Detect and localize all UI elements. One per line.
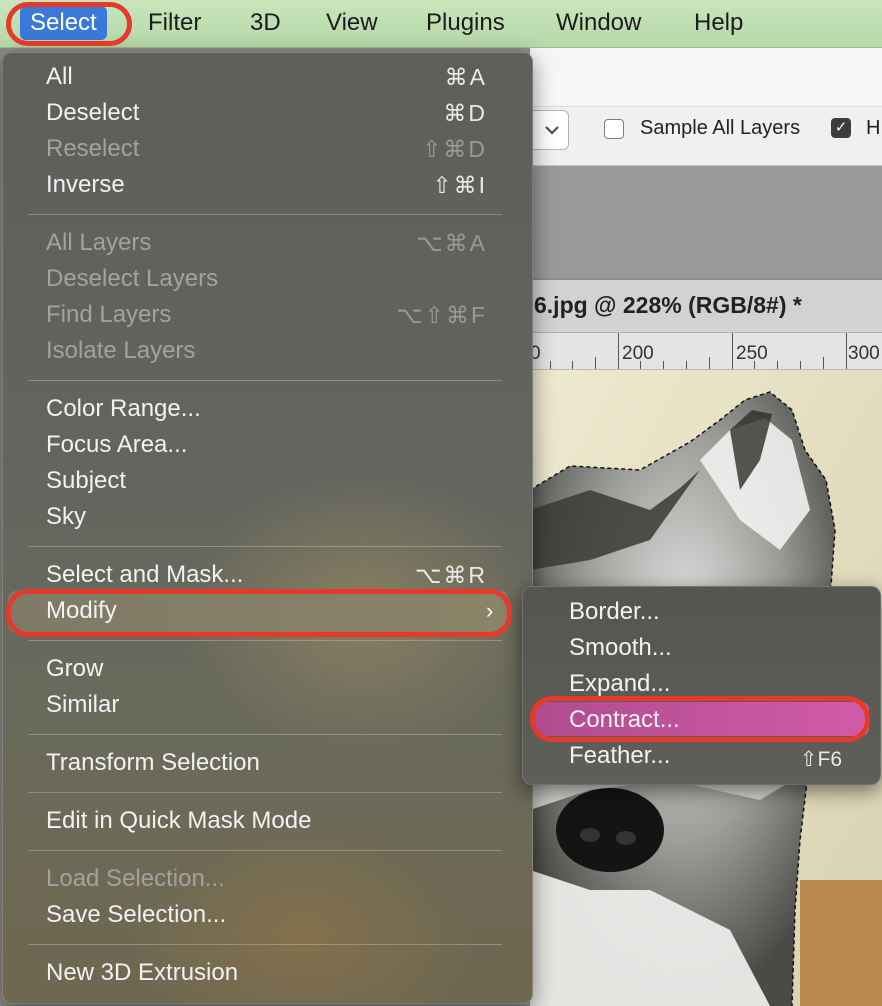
shortcut-all: ⌘A — [444, 64, 487, 90]
menu-item-deselect-layers: Deselect Layers — [46, 265, 219, 292]
annotation-ring-modify — [6, 589, 512, 637]
app-menubar: Select Filter 3D View Plugins Window Hel… — [0, 0, 882, 48]
menu-3d[interactable]: 3D — [240, 6, 291, 40]
sample-all-layers-label: Sample All Layers — [640, 117, 801, 139]
menu-item-save-selection[interactable]: Save Selection... — [46, 898, 226, 932]
shortcut-inverse: ⇧⌘I — [432, 172, 487, 198]
shortcut-deselect: ⌘D — [443, 100, 487, 126]
menu-separator — [28, 734, 502, 735]
menu-separator — [28, 944, 502, 945]
document-title: 6.jpg @ 228% (RGB/8#) * — [534, 292, 802, 318]
menu-item-focus-area[interactable]: Focus Area... — [46, 428, 187, 462]
shortcut-feather: ⇧F6 — [799, 748, 842, 771]
annotation-ring-contract — [530, 696, 870, 742]
annotation-ring-select — [6, 2, 132, 46]
menu-window[interactable]: Window — [546, 6, 651, 40]
shortcut-select-and-mask: ⌥⌘R — [414, 562, 487, 588]
menu-item-quick-mask[interactable]: Edit in Quick Mask Mode — [46, 804, 311, 838]
menu-item-grow[interactable]: Grow — [46, 652, 103, 686]
submenu-item-border[interactable]: Border... — [569, 595, 660, 629]
workspace-background — [530, 166, 882, 278]
chevron-down-icon — [545, 126, 559, 135]
sample-all-layers-checkbox[interactable] — [604, 119, 624, 139]
menu-item-load-selection: Load Selection... — [46, 865, 225, 892]
ruler-label: 200 — [622, 343, 654, 364]
options-bar — [530, 48, 882, 166]
menu-item-sky[interactable]: Sky — [46, 500, 86, 534]
menu-separator — [28, 214, 502, 215]
menu-item-color-range[interactable]: Color Range... — [46, 392, 201, 426]
menu-view[interactable]: View — [316, 6, 388, 40]
menu-filter[interactable]: Filter — [138, 6, 211, 40]
menu-separator — [28, 640, 502, 641]
horizontal-ruler: 0 200 250 300 — [530, 333, 882, 370]
menu-plugins[interactable]: Plugins — [416, 6, 515, 40]
document-tab[interactable]: 6.jpg @ 228% (RGB/8#) * — [530, 280, 882, 333]
menu-separator — [28, 792, 502, 793]
submenu-item-feather[interactable]: Feather... — [569, 739, 670, 773]
menu-item-transform-selection[interactable]: Transform Selection — [46, 746, 260, 780]
shortcut-reselect: ⇧⌘D — [422, 136, 487, 162]
toolbar-strip — [530, 48, 882, 107]
menu-help[interactable]: Help — [684, 6, 753, 40]
menu-item-new-3d-extrusion[interactable]: New 3D Extrusion — [46, 956, 238, 990]
menu-separator — [28, 850, 502, 851]
shortcut-find-layers: ⌥⇧⌘F — [396, 302, 487, 328]
modify-submenu: Border... Smooth... Expand... Contract..… — [522, 586, 881, 785]
truncated-option-label: H — [866, 117, 881, 139]
menu-item-isolate-layers: Isolate Layers — [46, 337, 196, 364]
submenu-item-smooth[interactable]: Smooth... — [569, 631, 672, 665]
ruler-label: 250 — [736, 343, 768, 364]
hardness-checkbox[interactable]: ✓ — [831, 118, 851, 138]
menu-item-subject[interactable]: Subject — [46, 464, 126, 498]
menu-item-similar[interactable]: Similar — [46, 688, 119, 722]
ruler-label: 300 — [848, 343, 880, 364]
menu-separator — [28, 380, 502, 381]
menu-separator — [28, 546, 502, 547]
tool-preset-dropdown[interactable] — [530, 110, 569, 150]
shortcut-all-layers: ⌥⌘A — [416, 230, 487, 256]
